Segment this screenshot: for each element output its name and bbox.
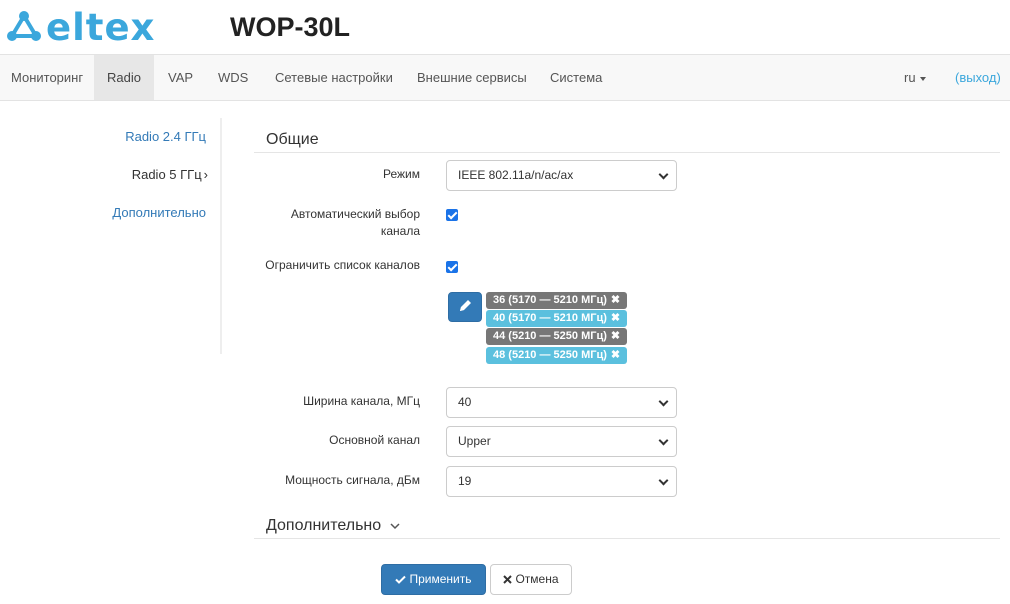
primary-channel-select[interactable]: Upper — [446, 426, 677, 457]
channel-chip-label: 40 (5170 — 5210 МГц) — [493, 312, 607, 324]
eltex-logo: eltex — [4, 8, 176, 48]
mode-select-value: IEEE 802.11a/n/ac/ax — [458, 168, 574, 182]
sidebar: Radio 2.4 ГГц Radio 5 ГГц › Дополнительно — [0, 118, 222, 354]
auto-channel-label: Автоматический выбор канала — [291, 206, 420, 240]
nav-monitoring[interactable]: Мониторинг — [0, 55, 94, 100]
nav-vap[interactable]: VAP — [168, 55, 193, 100]
nav-network-settings[interactable]: Сетевые настройки — [275, 55, 393, 100]
section-advanced-heading[interactable]: Дополнительно — [254, 516, 1000, 539]
channel-chip-label: 36 (5170 — 5210 МГц) — [493, 294, 607, 306]
channel-chip[interactable]: 40 (5170 — 5210 МГц) ✖ — [486, 310, 628, 327]
chevron-down-icon — [658, 396, 669, 407]
bandwidth-select[interactable]: 40 — [446, 387, 677, 418]
nav-wds[interactable]: WDS — [218, 55, 248, 100]
channel-chip[interactable]: 44 (5210 — 5250 МГц) ✖ — [486, 328, 628, 345]
chevron-down-icon — [658, 169, 669, 180]
apply-button[interactable]: Применить — [381, 564, 486, 595]
sidebar-item-radio-5[interactable]: Radio 5 ГГц › — [132, 166, 208, 184]
channel-chip-label: 48 (5210 — 5250 МГц) — [493, 349, 607, 361]
bandwidth-select-value: 40 — [458, 395, 472, 409]
sidebar-item-radio-2-4[interactable]: Radio 2.4 ГГц — [125, 128, 206, 146]
nav-system[interactable]: Система — [550, 55, 602, 100]
logo-text: eltex — [46, 6, 156, 49]
pencil-icon — [460, 300, 471, 311]
channel-chip[interactable]: 48 (5210 — 5250 МГц) ✖ — [486, 347, 628, 364]
cancel-button-label: Отмена — [515, 572, 559, 586]
chevron-down-icon — [390, 523, 400, 529]
top-navbar: Мониторинг Radio VAP WDS Сетевые настрой… — [0, 54, 1010, 101]
language-label: ru — [904, 70, 916, 85]
remove-icon[interactable]: ✖ — [611, 294, 620, 306]
cancel-button[interactable]: Отмена — [490, 564, 572, 595]
tx-power-select-value: 19 — [458, 474, 472, 488]
auto-channel-label-line2: канала — [380, 224, 420, 238]
channel-chip-label: 44 (5210 — 5250 МГц) — [493, 330, 607, 342]
close-icon — [503, 575, 513, 585]
remove-icon[interactable]: ✖ — [611, 330, 620, 342]
bandwidth-label: Ширина канала, МГц — [303, 394, 420, 408]
mode-select[interactable]: IEEE 802.11a/n/ac/ax — [446, 160, 677, 191]
header: eltex WOP-30L — [0, 0, 1010, 54]
remove-icon[interactable]: ✖ — [611, 349, 620, 361]
language-dropdown[interactable]: ru — [904, 55, 926, 100]
device-title: WOP-30L — [230, 12, 351, 42]
nav-radio[interactable]: Radio — [94, 55, 154, 100]
remove-icon[interactable]: ✖ — [611, 312, 620, 324]
channel-chip[interactable]: 36 (5170 — 5210 МГц) ✖ — [486, 292, 628, 309]
sidebar-item-radio-5-label: Radio 5 ГГц — [131, 167, 202, 182]
logout-link[interactable]: (выход) — [955, 55, 1001, 100]
chevron-right-icon: › — [203, 167, 208, 182]
auto-channel-label-line1: Автоматический выбор — [290, 207, 420, 221]
limit-channels-label: Ограничить список каналов — [265, 258, 420, 272]
mode-label: Режим — [383, 167, 420, 181]
section-general-title: Общие — [266, 131, 319, 148]
section-general-heading: Общие — [254, 130, 1000, 153]
sidebar-item-advanced[interactable]: Дополнительно — [112, 204, 206, 222]
check-icon — [395, 576, 407, 585]
nav-external-services[interactable]: Внешние сервисы — [417, 55, 527, 100]
section-advanced-title: Дополнительно — [266, 517, 382, 534]
auto-channel-checkbox[interactable] — [446, 209, 458, 221]
eltex-logo-icon — [7, 11, 41, 41]
chevron-down-icon — [658, 435, 669, 446]
apply-button-label: Применить — [409, 572, 472, 586]
edit-channels-button[interactable] — [448, 292, 482, 322]
primary-channel-label: Основной канал — [329, 433, 420, 447]
primary-channel-select-value: Upper — [458, 434, 491, 448]
caret-down-icon — [919, 76, 926, 81]
tx-power-label: Мощность сигнала, дБм — [285, 473, 420, 487]
tx-power-select[interactable]: 19 — [446, 466, 677, 497]
limit-channels-checkbox[interactable] — [446, 261, 458, 273]
chevron-down-icon — [658, 475, 669, 486]
